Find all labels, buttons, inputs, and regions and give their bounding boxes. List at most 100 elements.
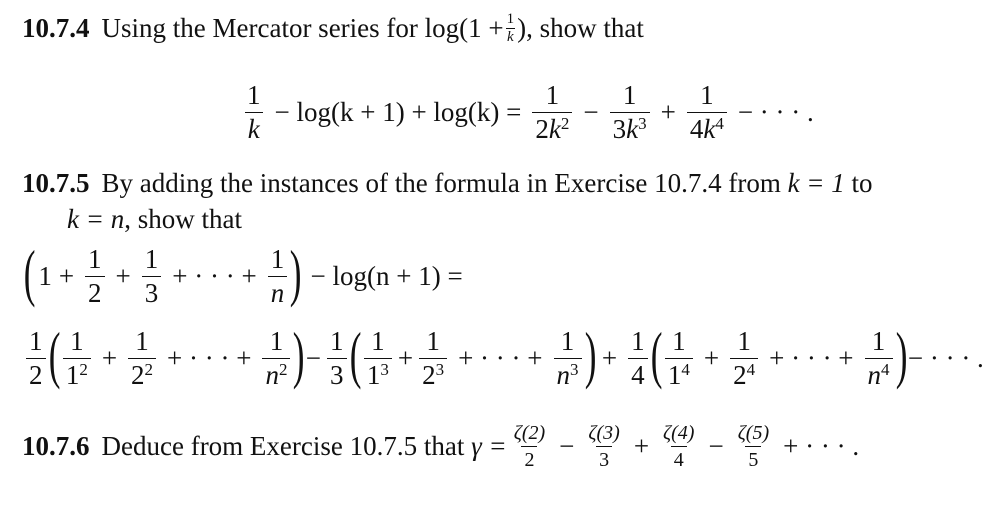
operator: − (708, 430, 724, 461)
statement-text-tail: ), show that (517, 12, 644, 43)
series-tail: + · · · . (783, 430, 860, 461)
exercise-number: 10.7.4 (22, 12, 90, 43)
denominator: 3 (596, 445, 613, 470)
left-paren: ( (48, 319, 61, 390)
exp: 4 (715, 113, 724, 133)
numerator: ζ(3) (588, 421, 620, 444)
denominator: 4k4 (686, 111, 727, 144)
numerator: 1 (70, 325, 84, 356)
var: k (626, 113, 639, 144)
numerator: 1 (144, 243, 159, 274)
exercise-10-7-4-statement: 10.7.4 Using the Mercator series for log… (22, 8, 644, 48)
base: 2 (733, 359, 747, 390)
power-term: 1 13 (363, 325, 392, 390)
lhs-fraction: 1 k (244, 79, 264, 143)
operator: − (559, 430, 575, 461)
statement-to: to (851, 167, 873, 198)
numerator: 1 (29, 325, 43, 356)
left-paren: ( (349, 319, 362, 390)
numerator: 1 (700, 79, 714, 110)
numerator: ζ(2) (513, 421, 546, 444)
denominator: 22 (128, 357, 157, 389)
exercise-number: 10.7.6 (22, 430, 90, 461)
right-paren: ) (293, 319, 306, 390)
denominator: 24 (730, 357, 759, 390)
base: 1 (366, 359, 381, 390)
operator: − (583, 96, 599, 127)
denominator: 4 (628, 357, 648, 389)
statement-text: By adding the instances of the formula i… (101, 167, 781, 198)
power-term: 1 22 (128, 325, 157, 389)
denominator: 5 (745, 445, 762, 470)
harmonic-term: 1 3 (141, 243, 162, 307)
statement-text-tail: , show that (124, 203, 242, 234)
power-term: 1 23 (419, 325, 448, 390)
numerator: 1 (672, 325, 686, 356)
base: n (265, 359, 279, 390)
denominator: 13 (363, 357, 392, 390)
base: n (556, 359, 571, 390)
power-term-last: 1 n2 (262, 325, 291, 390)
display-equation-10-7-4: 1 k − log(k + 1) + log(k) = 1 2k2 − 1 3k… (240, 72, 821, 152)
operator: − (305, 342, 322, 373)
left-paren: ( (650, 319, 663, 390)
exp: 3 (570, 359, 579, 379)
exp: 4 (746, 359, 756, 379)
denominator: 2k2 (532, 111, 573, 144)
group-coefficient: 1 2 (26, 325, 46, 389)
rhs-term-2: 1 3k3 (609, 81, 650, 144)
var: k (548, 113, 561, 144)
numerator: 1 (631, 325, 645, 356)
exp: 4 (681, 359, 690, 379)
ellipsis-operator: + · · · + (458, 342, 543, 373)
denominator: n (267, 275, 288, 307)
numerator: 1 (269, 325, 284, 356)
denominator: 12 (62, 357, 91, 389)
denominator: 23 (419, 357, 448, 390)
denominator: 3k3 (609, 111, 650, 144)
operator: + (115, 260, 131, 291)
rhs-term-1: 1 2k2 (532, 81, 573, 144)
exp: 4 (881, 359, 890, 379)
gamma-equals: γ = (471, 430, 507, 461)
exp: 2 (278, 359, 288, 379)
coef: 4 (689, 113, 704, 144)
power-term: 1 12 (62, 325, 91, 389)
zeta-term: ζ(2) 2 (511, 423, 548, 470)
log-term: − log(n + 1) = (310, 260, 463, 291)
ellipsis-operator: + · · · + (769, 342, 854, 373)
numerator: 1 (371, 325, 385, 356)
left-paren: ( (23, 237, 36, 308)
operator: + (633, 430, 650, 461)
equation-line-zeta-partial: 1 2 ( 1 12 + 1 22 + · · · + 1 n2 ) − 1 3 ( … (22, 318, 986, 398)
numerator: 1 (737, 325, 751, 356)
exercise-10-7-6-statement: 10.7.6 Deduce from Exercise 10.7.5 that … (22, 418, 866, 474)
ellipsis-operator: + · · · + (167, 342, 252, 373)
harmonic-term: 1 2 (85, 243, 105, 307)
denominator: k (506, 27, 515, 45)
exercise-number: 10.7.5 (22, 167, 90, 198)
numerator: 1 (426, 325, 440, 356)
operator: + (601, 342, 618, 373)
exp: 3 (435, 359, 445, 379)
group-coefficient: 1 3 (327, 325, 347, 389)
numerator: 1 (88, 243, 102, 274)
base: 2 (422, 359, 436, 390)
numerator: 1 (247, 79, 261, 110)
exp: 3 (380, 359, 389, 379)
numerator: 1 (135, 325, 149, 356)
denominator: 3 (327, 357, 347, 389)
denominator: 2 (85, 275, 105, 307)
right-paren: ) (290, 237, 302, 308)
right-paren: ) (584, 319, 597, 390)
denominator: 4 (670, 445, 687, 470)
zeta-term: ζ(5) 5 (735, 423, 772, 470)
group-coefficient: 1 4 (628, 325, 648, 389)
numerator: 1 (330, 325, 344, 356)
operator: + (58, 260, 75, 291)
harmonic-term-last: 1 n (267, 245, 288, 307)
k-equals-n: k = n (67, 203, 125, 234)
exp: 3 (638, 113, 647, 133)
statement-text: Deduce from Exercise 10.7.5 that (101, 430, 465, 461)
denominator: 14 (664, 357, 693, 389)
